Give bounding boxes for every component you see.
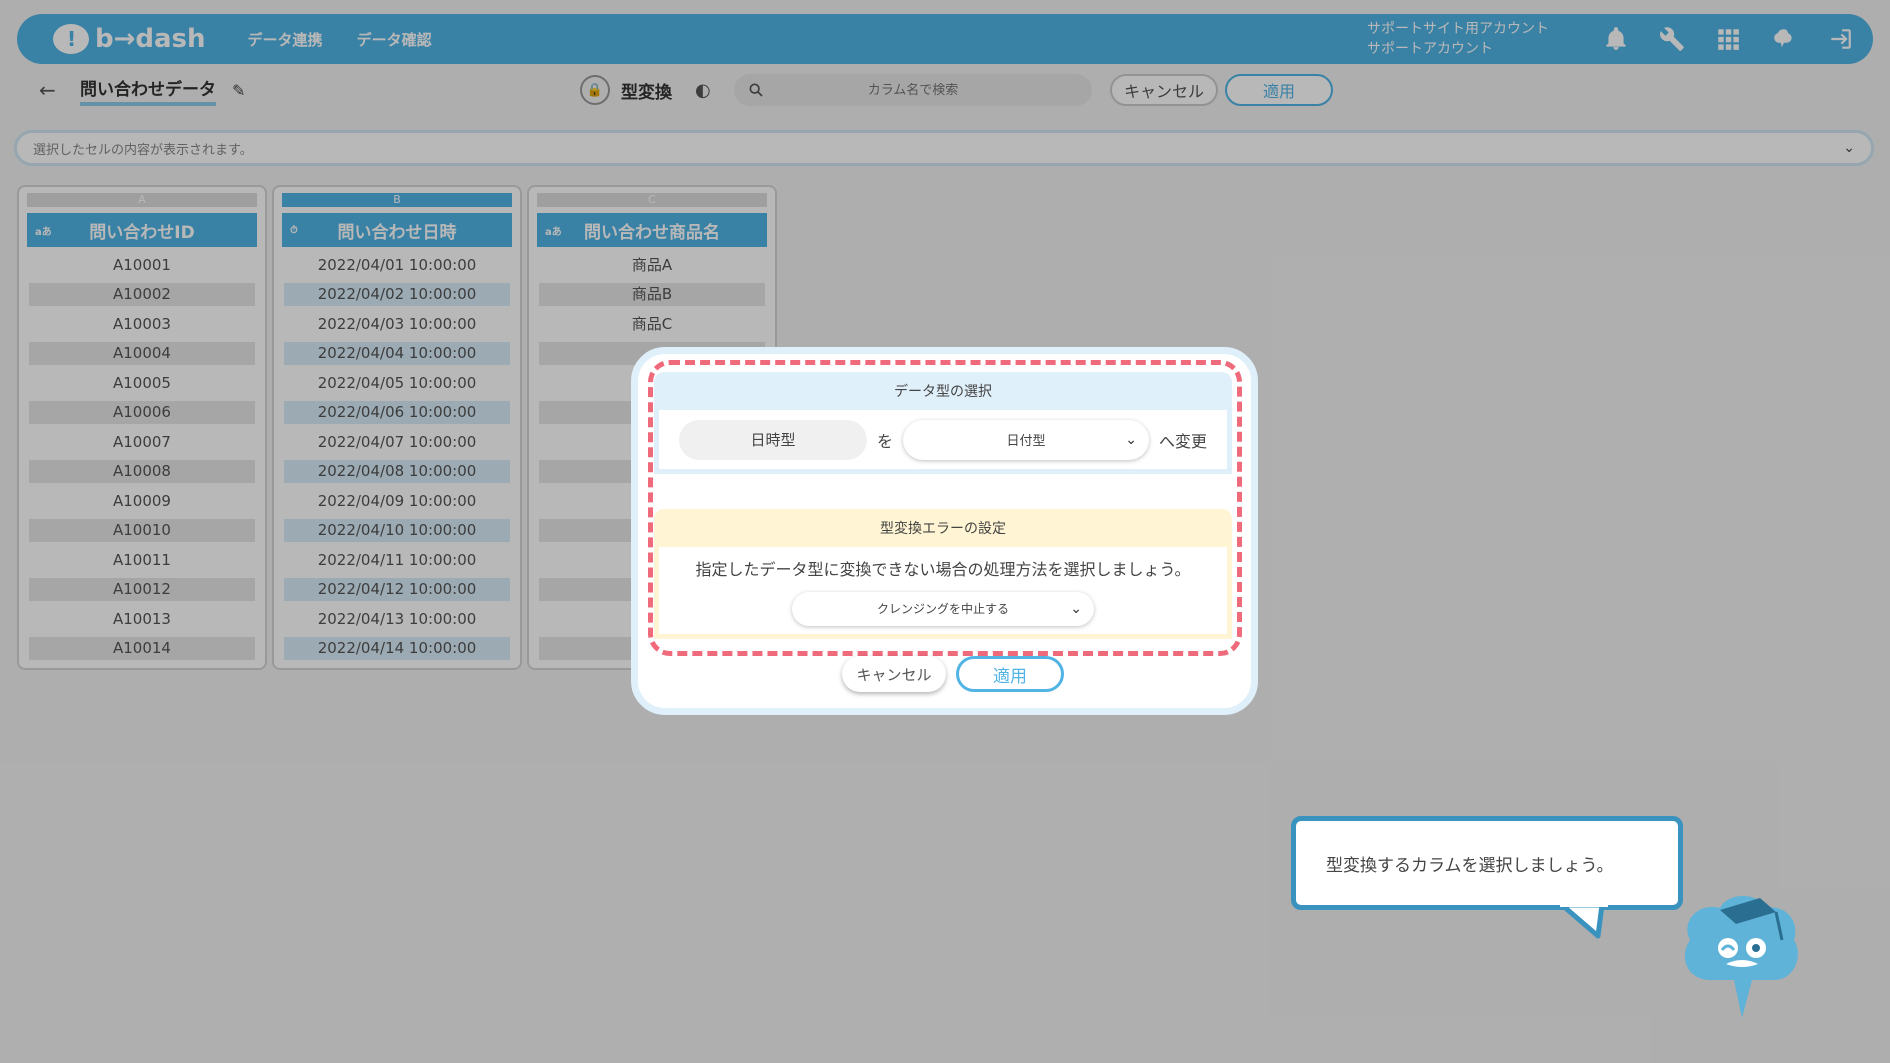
tutorial-bubble: 型変換するカラムを選択しましょう。: [1291, 816, 1683, 910]
modal-apply-button[interactable]: 適用: [956, 656, 1064, 692]
tutorial-message: 型変換するカラムを選択しましょう。: [1326, 855, 1614, 876]
mascot-brain-icon: [1684, 896, 1798, 1018]
bubble-tail: [1560, 902, 1608, 939]
modal-cancel-button[interactable]: キャンセル: [842, 656, 946, 692]
highlight-dashed-frame: [648, 360, 1242, 656]
type-conversion-modal: データ型の選択 日時型 を 日付型 ⌄ へ変更 型変換エラーの設定 指定したデー…: [631, 347, 1258, 715]
